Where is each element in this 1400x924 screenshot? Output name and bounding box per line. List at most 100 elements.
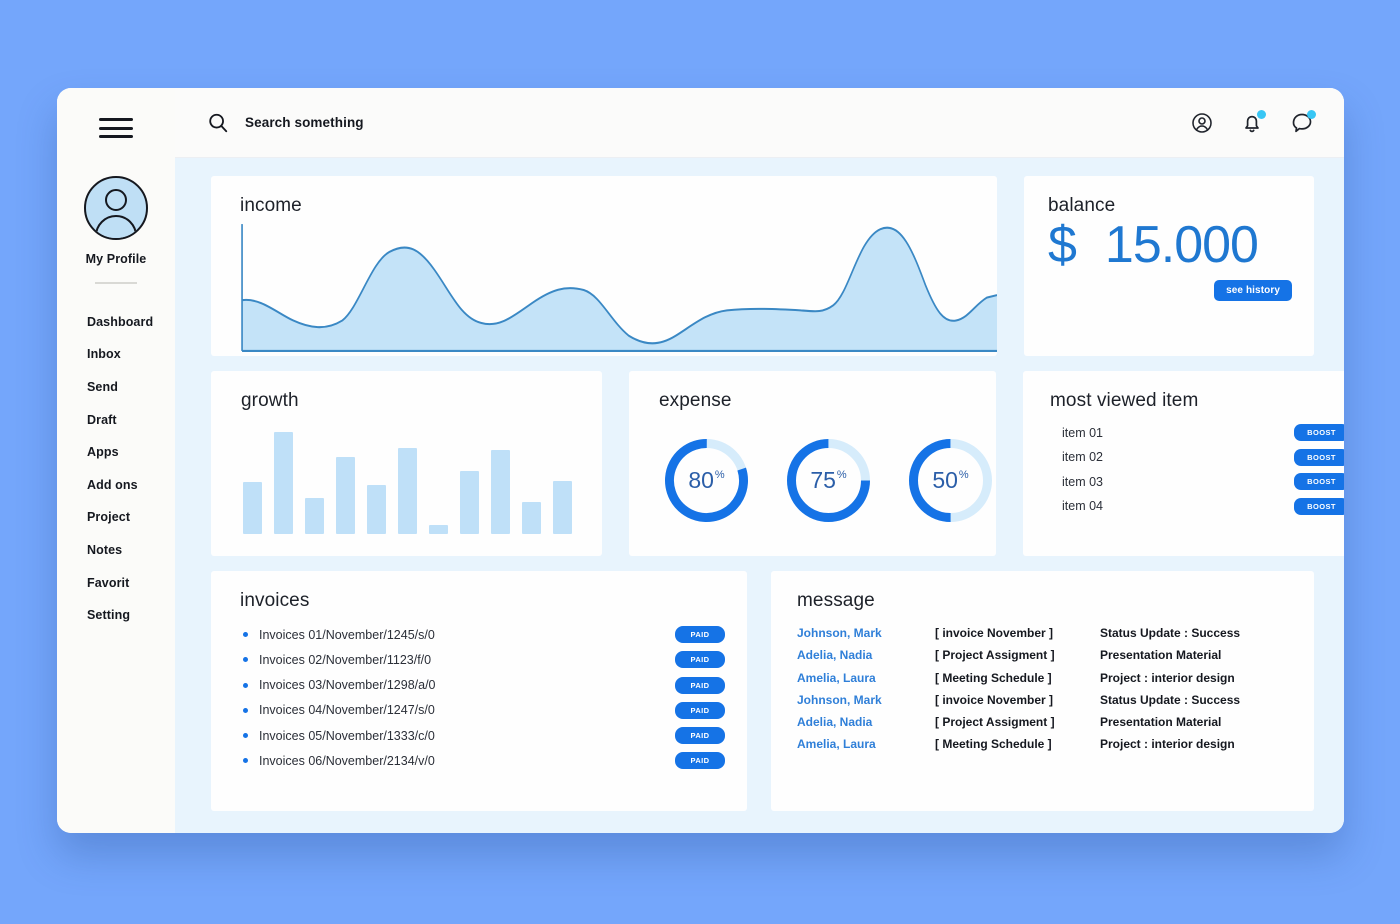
dashboard-row-3: invoices Invoices 01/November/1245/s/0 P… — [211, 571, 1314, 811]
message-detail: Presentation Material — [1100, 648, 1222, 663]
hamburger-bar — [99, 118, 133, 121]
table-row: Invoices 03/November/1298/a/0 PAID — [240, 676, 725, 694]
expense-donut-2: 75% — [783, 435, 874, 526]
expense-donut-2-value: 75 — [810, 466, 836, 493]
invoice-text: Invoices 03/November/1298/a/0 — [259, 678, 436, 693]
boost-button[interactable]: BOOST — [1294, 473, 1344, 490]
invoice-text: Invoices 06/November/2134/v/0 — [259, 753, 435, 768]
expense-donut-1-value: 80 — [688, 466, 714, 493]
table-row[interactable]: Adelia, Nadia [ Project Assigment ] Pres… — [797, 715, 1290, 729]
message-sender: Adelia, Nadia — [797, 715, 873, 730]
message-detail: Project : interior design — [1100, 670, 1235, 685]
table-row[interactable]: Johnson, Mark [ invoice November ] Statu… — [797, 626, 1290, 640]
expense-donut-3-label: 50% — [905, 435, 996, 526]
sidebar-item-favorit[interactable]: Favorit — [57, 566, 175, 599]
sidebar-item-add-ons[interactable]: Add ons — [57, 468, 175, 501]
table-row[interactable]: Adelia, Nadia [ Project Assigment ] Pres… — [797, 648, 1290, 662]
percent-suffix: % — [836, 468, 847, 481]
topbar: Search something — [175, 88, 1344, 158]
avatar-body — [95, 215, 137, 238]
growth-bar — [460, 471, 479, 534]
expense-donut-3: 50% — [905, 435, 996, 526]
sidebar-item-setting[interactable]: Setting — [57, 599, 175, 632]
invoice-text: Invoices 04/November/1247/s/0 — [259, 703, 435, 718]
message-subject: [ Project Assigment ] — [935, 715, 1055, 730]
expense-donut-2-label: 75% — [783, 435, 874, 526]
bell-icon[interactable] — [1240, 109, 1266, 135]
bullet-icon — [243, 682, 248, 688]
dashboard-row-2: growth expense 80 % 75 % 50 % most viewe… — [211, 371, 1344, 556]
bullet-icon — [243, 733, 248, 739]
message-card: message Johnson, Mark [ invoice November… — [771, 571, 1314, 811]
message-sender: Johnson, Mark — [797, 626, 882, 640]
boost-button[interactable]: BOOST — [1294, 448, 1344, 466]
sidebar-item-inbox[interactable]: Inbox — [57, 338, 175, 371]
account-icon[interactable] — [1190, 111, 1214, 135]
message-sender: Amelia, Laura — [797, 737, 876, 752]
expense-donut-1: 80% — [661, 435, 752, 526]
paid-status-badge[interactable]: PAID — [675, 752, 725, 770]
table-row: Invoices 04/November/1247/s/0 PAID — [240, 701, 725, 719]
invoices-card: invoices Invoices 01/November/1245/s/0 P… — [211, 571, 747, 811]
message-badge-dot — [1307, 109, 1316, 119]
sidebar-item-dashboard[interactable]: Dashboard — [57, 306, 175, 339]
paid-status-badge[interactable]: PAID — [675, 701, 725, 719]
hamburger-bar — [99, 126, 133, 130]
list-item: item 02 BOOST — [1050, 448, 1344, 466]
sidebar-item-project[interactable]: Project — [57, 501, 175, 534]
user-avatar-icon[interactable] — [84, 176, 148, 240]
message-sender: Adelia, Nadia — [797, 648, 873, 663]
paid-status-badge[interactable]: PAID — [675, 727, 725, 745]
paid-status-badge[interactable]: PAID — [675, 651, 725, 669]
sidebar-item-notes[interactable]: Notes — [57, 534, 175, 567]
boost-button[interactable]: BOOST — [1294, 497, 1344, 515]
table-row: Invoices 02/November/1123/f/0 PAID — [240, 651, 725, 669]
profile-label: My Profile — [85, 252, 147, 266]
list-item: item 01 BOOST — [1050, 424, 1344, 441]
balance-card: balance $ 15.000 see history — [1024, 176, 1314, 356]
search-input[interactable]: Search something — [245, 115, 364, 130]
sidebar-item-draft[interactable]: Draft — [57, 403, 175, 436]
balance-amount: $ 15.000 — [1048, 219, 1292, 271]
income-area-chart — [240, 219, 997, 356]
growth-bar — [398, 448, 417, 534]
message-subject: [ invoice November ] — [935, 626, 1054, 640]
see-history-button[interactable]: see history — [1214, 280, 1292, 301]
growth-bar — [305, 497, 324, 534]
dashboard-content: income balance $ 15.000 see history grow… — [175, 158, 1344, 833]
avatar-head — [105, 189, 127, 211]
boost-button[interactable]: BOOST — [1294, 424, 1344, 441]
most-viewed-title: most viewed item — [1050, 390, 1199, 411]
invoice-text: Invoices 02/November/1123/f/0 — [259, 652, 432, 667]
app-window: My Profile Dashboard Inbox Send Draft Ap… — [57, 88, 1344, 833]
item-name: item 02 — [1062, 450, 1103, 464]
paid-status-badge[interactable]: PAID — [675, 626, 725, 643]
dashboard-row-1: income balance $ 15.000 see history — [211, 176, 1314, 356]
item-name: item 04 — [1062, 499, 1103, 513]
message-subject: [ Project Assigment ] — [935, 648, 1055, 663]
growth-bar — [429, 525, 448, 534]
bullet-icon — [243, 707, 248, 713]
invoices-title: invoices — [240, 590, 310, 611]
table-row[interactable]: Amelia, Laura [ Meeting Schedule ] Proje… — [797, 737, 1290, 751]
invoice-text: Invoices 01/November/1245/s/0 — [259, 627, 435, 642]
search-bar[interactable]: Search something — [207, 112, 1190, 134]
message-detail: Status Update : Success — [1100, 626, 1241, 640]
growth-bar — [367, 484, 386, 534]
growth-bar — [274, 431, 293, 534]
invoice-text: Invoices 05/November/1333/c/0 — [259, 728, 435, 743]
sidebar-item-apps[interactable]: Apps — [57, 436, 175, 469]
sidebar-item-send[interactable]: Send — [57, 371, 175, 404]
percent-suffix: % — [958, 468, 969, 481]
expense-title: expense — [659, 390, 732, 411]
table-row[interactable]: Johnson, Mark [ invoice November ] Statu… — [797, 693, 1290, 707]
paid-status-badge[interactable]: PAID — [675, 676, 725, 694]
table-row[interactable]: Amelia, Laura [ Meeting Schedule ] Proje… — [797, 671, 1290, 685]
growth-bar — [491, 450, 510, 534]
sidebar: My Profile Dashboard Inbox Send Draft Ap… — [57, 88, 175, 833]
sidebar-divider — [95, 282, 137, 284]
bullet-icon — [243, 758, 248, 764]
message-icon[interactable] — [1290, 109, 1316, 135]
hamburger-icon[interactable] — [99, 118, 133, 138]
table-row: Invoices 06/November/2134/v/0 PAID — [240, 752, 725, 770]
